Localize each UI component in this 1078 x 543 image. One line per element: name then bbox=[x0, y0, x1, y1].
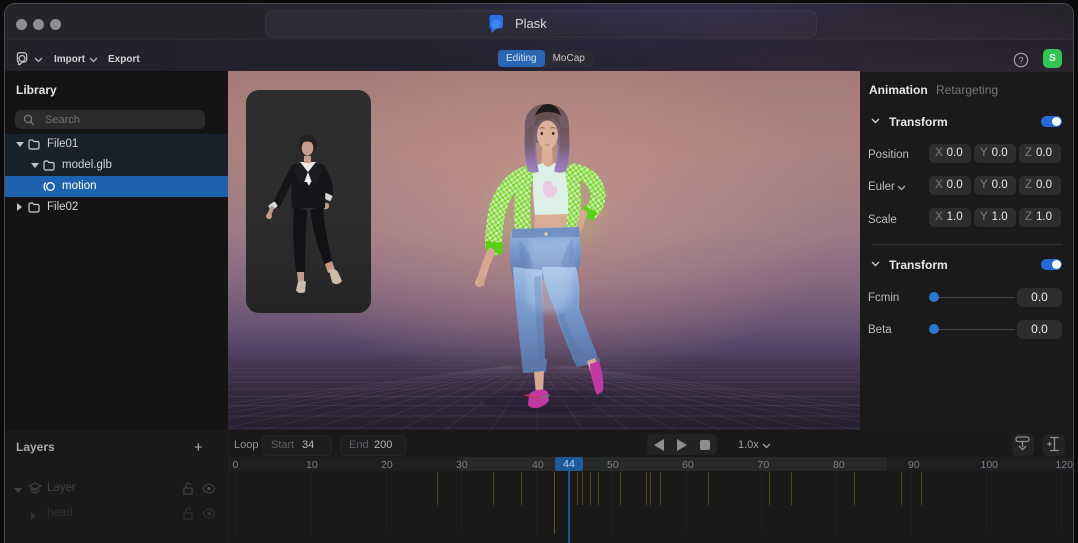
svg-text:?: ? bbox=[1018, 55, 1023, 65]
